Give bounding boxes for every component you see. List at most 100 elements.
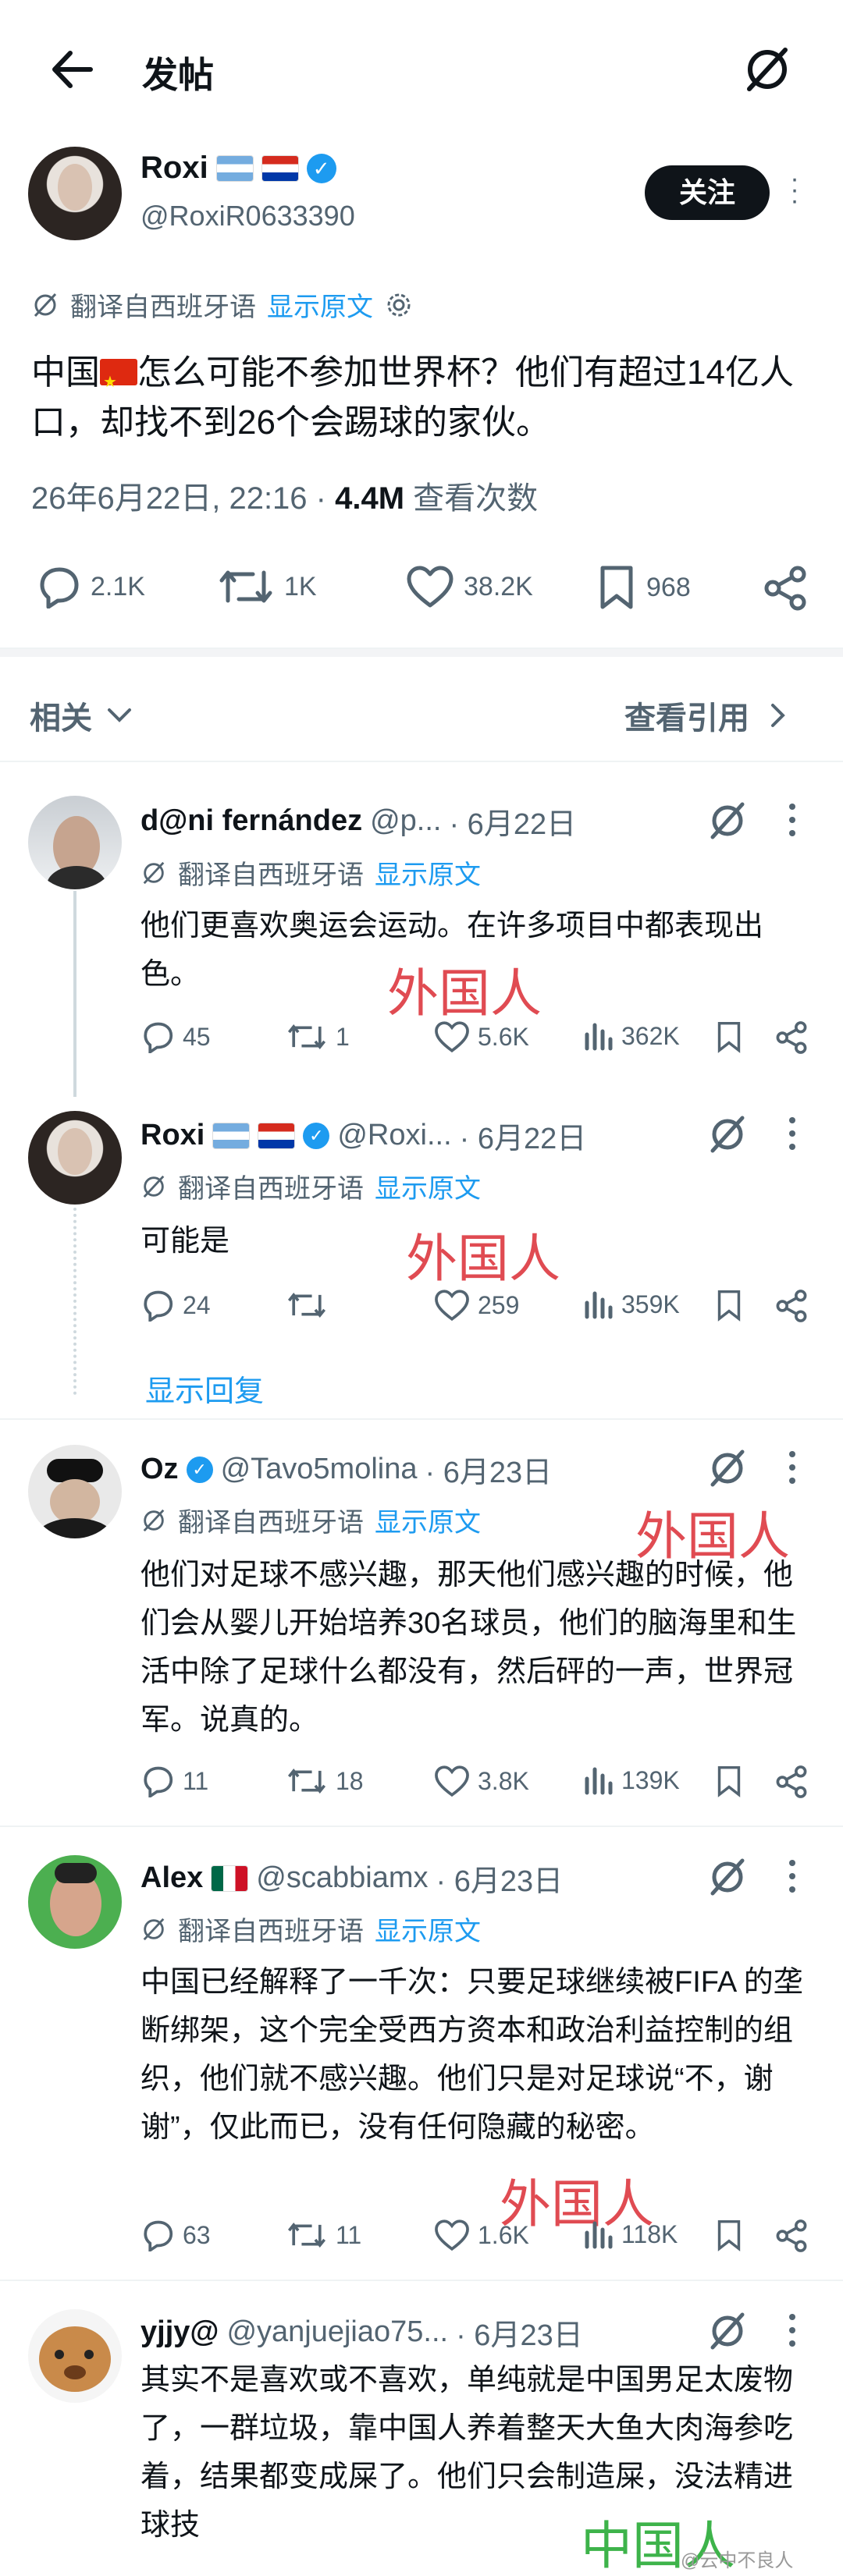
back-arrow-icon[interactable] xyxy=(48,48,95,90)
translate-icon xyxy=(143,1175,165,1198)
reply-icon xyxy=(144,1022,173,1053)
grok-icon[interactable] xyxy=(707,2311,748,2351)
reply-icon xyxy=(144,1766,173,1797)
reply-action[interactable]: 24 xyxy=(140,1289,211,1322)
grok-icon[interactable] xyxy=(707,1448,748,1488)
like-action[interactable]: 5.6K xyxy=(434,1020,529,1053)
reply-date[interactable]: · 6月23日 xyxy=(425,1448,552,1491)
repost-icon xyxy=(219,570,272,603)
repost-icon xyxy=(287,1768,326,1794)
reply-count: 2.1K xyxy=(91,571,145,601)
more-options-icon[interactable] xyxy=(783,800,802,839)
verified-badge-icon: ✓ xyxy=(306,153,336,183)
repost-action[interactable]: 18 xyxy=(286,1765,364,1797)
heart-icon xyxy=(435,2219,469,2251)
share-action[interactable] xyxy=(774,1020,809,1055)
reply-author-handle[interactable]: @Roxi... xyxy=(337,1119,451,1152)
share-action[interactable] xyxy=(774,2219,809,2253)
reply-author-name[interactable]: Roxi xyxy=(140,1119,205,1152)
view-quotes-label: 查看引用 xyxy=(624,701,749,736)
reply-action[interactable]: 45 xyxy=(140,1020,211,1053)
bookmark-action[interactable] xyxy=(715,2219,743,2251)
grok-icon[interactable] xyxy=(707,1114,748,1155)
grok-icon[interactable] xyxy=(707,800,748,841)
more-options-icon[interactable] xyxy=(783,2311,802,2350)
repost-action[interactable]: 1 xyxy=(286,1020,350,1053)
share-action[interactable] xyxy=(774,1765,809,1799)
more-options-icon[interactable] xyxy=(783,1114,802,1153)
like-action[interactable]: 259 xyxy=(434,1289,519,1322)
reply-date[interactable]: · 6月22日 xyxy=(460,1114,587,1157)
views-action[interactable]: 359K xyxy=(582,1289,680,1320)
translation-settings-icon[interactable] xyxy=(384,290,414,320)
reply-author-handle[interactable]: @p... xyxy=(370,804,441,838)
views-action[interactable]: 362K xyxy=(582,1020,680,1052)
reply-avatar[interactable] xyxy=(28,2309,122,2403)
repost-count: 11 xyxy=(336,2220,362,2249)
share-action[interactable] xyxy=(774,1289,809,1323)
views-chart-icon xyxy=(585,1023,613,1051)
reply-avatar[interactable] xyxy=(28,1111,122,1205)
bookmark-action[interactable]: 968 xyxy=(596,565,691,610)
repost-action[interactable]: 11 xyxy=(286,2219,361,2251)
show-replies-link[interactable]: 显示回复 xyxy=(145,1367,264,1410)
reply-author-handle[interactable]: @yanjuejiao75... xyxy=(226,2315,448,2349)
reply-action[interactable]: 2.1K xyxy=(36,565,145,609)
reply-action[interactable]: 11 xyxy=(140,1765,208,1797)
author-name-row: Roxi ✓ xyxy=(140,151,336,186)
share-icon xyxy=(764,566,806,611)
argentina-flag-icon xyxy=(212,1122,251,1149)
post-action-bar: 2.1K 1K 38.2K 968 xyxy=(0,557,843,619)
repost-icon xyxy=(287,2222,326,2248)
views-action[interactable]: 118K xyxy=(582,2219,678,2250)
reply-avatar[interactable] xyxy=(28,1445,122,1538)
more-options-icon[interactable] xyxy=(783,1448,802,1487)
grok-icon[interactable] xyxy=(707,1857,748,1897)
reply-date[interactable]: · 6月22日 xyxy=(449,800,576,843)
follow-button[interactable]: 关注 xyxy=(645,165,770,220)
reply-author-name[interactable]: Oz xyxy=(140,1453,179,1486)
reply-header: yjjy@ @yanjuejiao75... · 6月23日 xyxy=(140,2311,583,2354)
more-options-icon[interactable]: · · · xyxy=(783,165,806,214)
author-avatar[interactable] xyxy=(28,147,122,240)
bookmark-action[interactable] xyxy=(715,1765,743,1797)
bookmark-action[interactable] xyxy=(715,1289,743,1322)
paraguay-flag-icon xyxy=(258,1122,296,1149)
reply-date[interactable]: · 6月23日 xyxy=(456,2311,583,2354)
reply-avatar[interactable] xyxy=(28,1855,122,1949)
show-original-link[interactable]: 显示原文 xyxy=(267,286,373,324)
show-original-link[interactable]: 显示原文 xyxy=(375,853,481,892)
like-action[interactable]: 38.2K xyxy=(406,565,533,609)
repost-action[interactable]: 1K xyxy=(217,565,317,609)
like-count: 3.8K xyxy=(478,1766,529,1795)
show-original-link[interactable]: 显示原文 xyxy=(375,1167,481,1205)
like-action[interactable]: 3.8K xyxy=(434,1765,529,1797)
grok-icon[interactable] xyxy=(743,45,791,94)
reply-author-name[interactable]: Alex xyxy=(140,1861,203,1895)
show-original-link[interactable]: 显示原文 xyxy=(375,1501,481,1539)
reply-author-handle[interactable]: @scabbiamx xyxy=(256,1861,428,1895)
post-text-part2: 怎么可能不参加世界杯？他们有超过14亿人口，却找不到26个会踢球的家伙。 xyxy=(31,353,794,442)
author-handle[interactable]: @RoxiR0633390 xyxy=(140,200,355,232)
more-options-icon[interactable] xyxy=(783,1857,802,1896)
heart-icon xyxy=(435,1290,469,1322)
reply-author-handle[interactable]: @Tavo5molina xyxy=(221,1453,418,1486)
author-name[interactable]: Roxi xyxy=(140,151,208,186)
reply-author-name[interactable]: d@ni fernández xyxy=(140,804,362,838)
view-quotes-link[interactable]: 查看引用 xyxy=(624,693,787,738)
reply-avatar[interactable] xyxy=(28,796,122,889)
annotation-label: 外国人 xyxy=(387,963,542,1024)
related-dropdown[interactable]: 相关 xyxy=(30,693,133,738)
like-action[interactable]: 1.6K xyxy=(434,2219,529,2251)
share-action[interactable] xyxy=(762,565,809,612)
reply-date[interactable]: · 6月23日 xyxy=(436,1857,564,1900)
views-action[interactable]: 139K xyxy=(582,1765,680,1796)
chevron-down-icon xyxy=(108,708,131,722)
bookmark-action[interactable] xyxy=(715,1020,743,1053)
reply-action[interactable]: 63 xyxy=(140,2219,211,2251)
show-original-link[interactable]: 显示原文 xyxy=(375,1910,481,1948)
repost-action[interactable] xyxy=(286,1289,328,1322)
reply-author-name[interactable]: yjjy@ xyxy=(140,2315,219,2349)
bookmark-icon xyxy=(717,2219,741,2251)
views-count: 118K xyxy=(621,2219,678,2248)
